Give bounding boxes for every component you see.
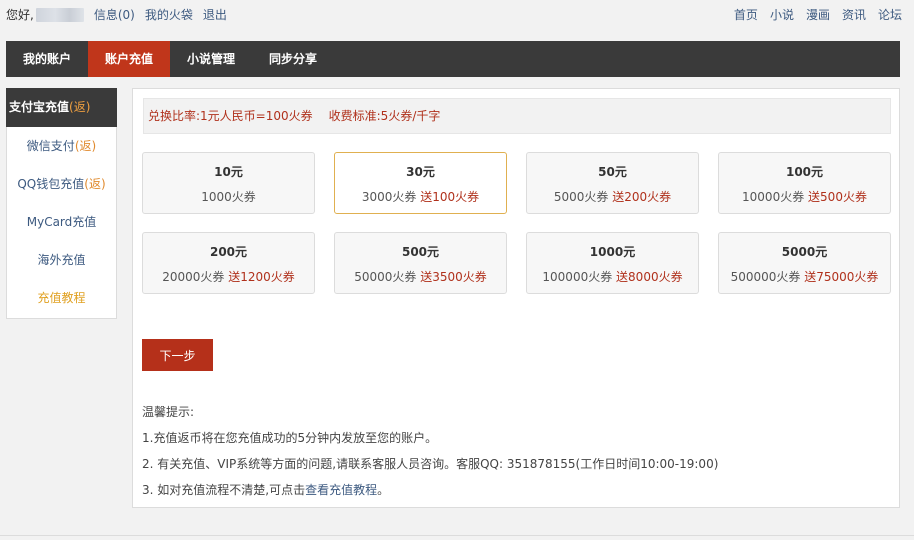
tip-line-2: 2. 有关充值、VIP系统等方面的问题,请联系客服人员咨询。客服QQ: 3518… [142, 457, 719, 471]
forum-link[interactable]: 论坛 [878, 7, 902, 23]
package-bonus: 送3500火券 [420, 270, 487, 284]
sidebar-item-label: 海外充值 [37, 253, 86, 267]
package-card-5000[interactable]: 5000元 500000火券 送75000火券 [718, 232, 891, 294]
greeting-text: 您好, [6, 8, 34, 22]
package-bonus: 送1200火券 [228, 270, 295, 284]
package-amount: 200元 [209, 245, 248, 259]
package-coins: 5000火券 送200火券 [553, 190, 672, 204]
package-coins: 500000火券 送75000火券 [730, 270, 879, 284]
sidebar-item-label: MyCard充值 [26, 215, 97, 229]
package-amount: 5000元 [781, 245, 828, 259]
user-bar: 您好, 信息(0) 我的火袋 退出 [6, 7, 237, 23]
package-amount: 10元 [214, 165, 243, 179]
package-bonus: 送8000火券 [616, 270, 683, 284]
package-amount: 30元 [406, 165, 435, 179]
username-blurred [35, 8, 84, 22]
package-coins: 100000火券 送8000火券 [542, 270, 683, 284]
tip-line-3: 3. 如对充值流程不清楚,可点击查看充值教程。 [142, 483, 390, 497]
sidebar-item-label: 微信支付 [26, 139, 75, 153]
comic-link[interactable]: 漫画 [806, 7, 830, 23]
package-bonus: 送500火券 [808, 190, 867, 204]
home-link[interactable]: 首页 [734, 7, 758, 23]
logout-link[interactable]: 退出 [203, 7, 227, 23]
sidebar-item-label: 充值教程 [37, 291, 86, 305]
package-card-10[interactable]: 10元 1000火券 [142, 152, 315, 214]
sidebar-item-alipay[interactable]: 支付宝充值(返) [6, 88, 117, 127]
package-bonus: 送75000火券 [804, 270, 879, 284]
novel-link[interactable]: 小说 [770, 7, 794, 23]
tips-section: 温馨提示: 1.充值返币将在您充值成功的5分钟内发放至您的账户。 2. 有关充值… [142, 399, 882, 503]
package-coins: 1000火券 [201, 190, 256, 204]
sidebar-item-qq-wallet[interactable]: QQ钱包充值(返) [7, 165, 116, 203]
package-card-200[interactable]: 200元 20000火券 送1200火券 [142, 232, 315, 294]
top-bar: 您好, 信息(0) 我的火袋 退出 首页 小说 漫画 资讯 论坛 [0, 0, 914, 30]
sidebar-item-wechat[interactable]: 微信支付(返) [7, 127, 116, 165]
package-coins: 3000火券 送100火券 [361, 190, 480, 204]
package-amount: 500元 [401, 245, 440, 259]
tip-line-1: 1.充值返币将在您充值成功的5分钟内发放至您的账户。 [142, 431, 438, 445]
site-nav: 首页 小说 漫画 资讯 论坛 [722, 7, 902, 23]
package-card-50[interactable]: 50元 5000火券 送200火券 [526, 152, 699, 214]
my-bag-link[interactable]: 我的火袋 [145, 7, 193, 23]
package-amount: 50元 [598, 165, 627, 179]
tips-title: 温馨提示: [142, 405, 195, 419]
tab-sync-share[interactable]: 同步分享 [252, 41, 334, 77]
main-nav: 我的账户 账户充值 小说管理 同步分享 [6, 41, 900, 77]
messages-link[interactable]: 信息(0) [94, 7, 135, 23]
package-coins: 10000火券 送500火券 [742, 190, 867, 204]
tab-novel-management[interactable]: 小说管理 [170, 41, 252, 77]
next-step-button[interactable]: 下一步 [142, 339, 213, 371]
package-bonus: 送100火券 [420, 190, 480, 204]
sidebar-item-label: QQ钱包充值 [17, 177, 85, 191]
package-card-100[interactable]: 100元 10000火券 送500火券 [718, 152, 891, 214]
package-card-500[interactable]: 500元 50000火券 送3500火券 [334, 232, 507, 294]
package-bonus: 送200火券 [612, 190, 672, 204]
tutorial-link[interactable]: 查看充值教程 [305, 483, 377, 497]
news-link[interactable]: 资讯 [842, 7, 866, 23]
tab-recharge[interactable]: 账户充值 [88, 41, 171, 77]
package-amount: 100元 [785, 165, 824, 179]
recharge-panel: 兑换比率:1元人民币=100火券 收费标准:5火券/千字 10元 1000火券 3… [132, 88, 900, 508]
sidebar-item-label: 支付宝充值 [9, 100, 70, 114]
recharge-method-sidebar: 支付宝充值(返) 微信支付(返) QQ钱包充值(返) MyCard充值 海外充值… [6, 88, 117, 319]
package-card-30[interactable]: 30元 3000火券 送100火券 [334, 152, 507, 214]
package-card-1000[interactable]: 1000元 100000火券 送8000火券 [526, 232, 699, 294]
package-coins: 50000火券 送3500火券 [354, 270, 487, 284]
sidebar-item-mycard[interactable]: MyCard充值 [7, 203, 116, 241]
sidebar-item-tutorial[interactable]: 充值教程 [7, 279, 116, 317]
fee-standard-text: 收费标准:5火券/千字 [328, 109, 441, 123]
package-coins: 20000火券 送1200火券 [162, 270, 295, 284]
package-amount: 1000元 [589, 245, 636, 259]
exchange-rate-bar: 兑换比率:1元人民币=100火券 收费标准:5火券/千字 [143, 98, 891, 134]
sidebar-item-overseas[interactable]: 海外充值 [7, 241, 116, 279]
rebate-badge: (返) [74, 139, 97, 153]
footer-divider [0, 535, 914, 536]
exchange-ratio-text: 兑换比率:1元人民币=100火券 [148, 109, 313, 123]
tab-my-account[interactable]: 我的账户 [6, 41, 88, 77]
rebate-badge: (返) [69, 100, 91, 114]
rebate-badge: (返) [84, 177, 106, 191]
